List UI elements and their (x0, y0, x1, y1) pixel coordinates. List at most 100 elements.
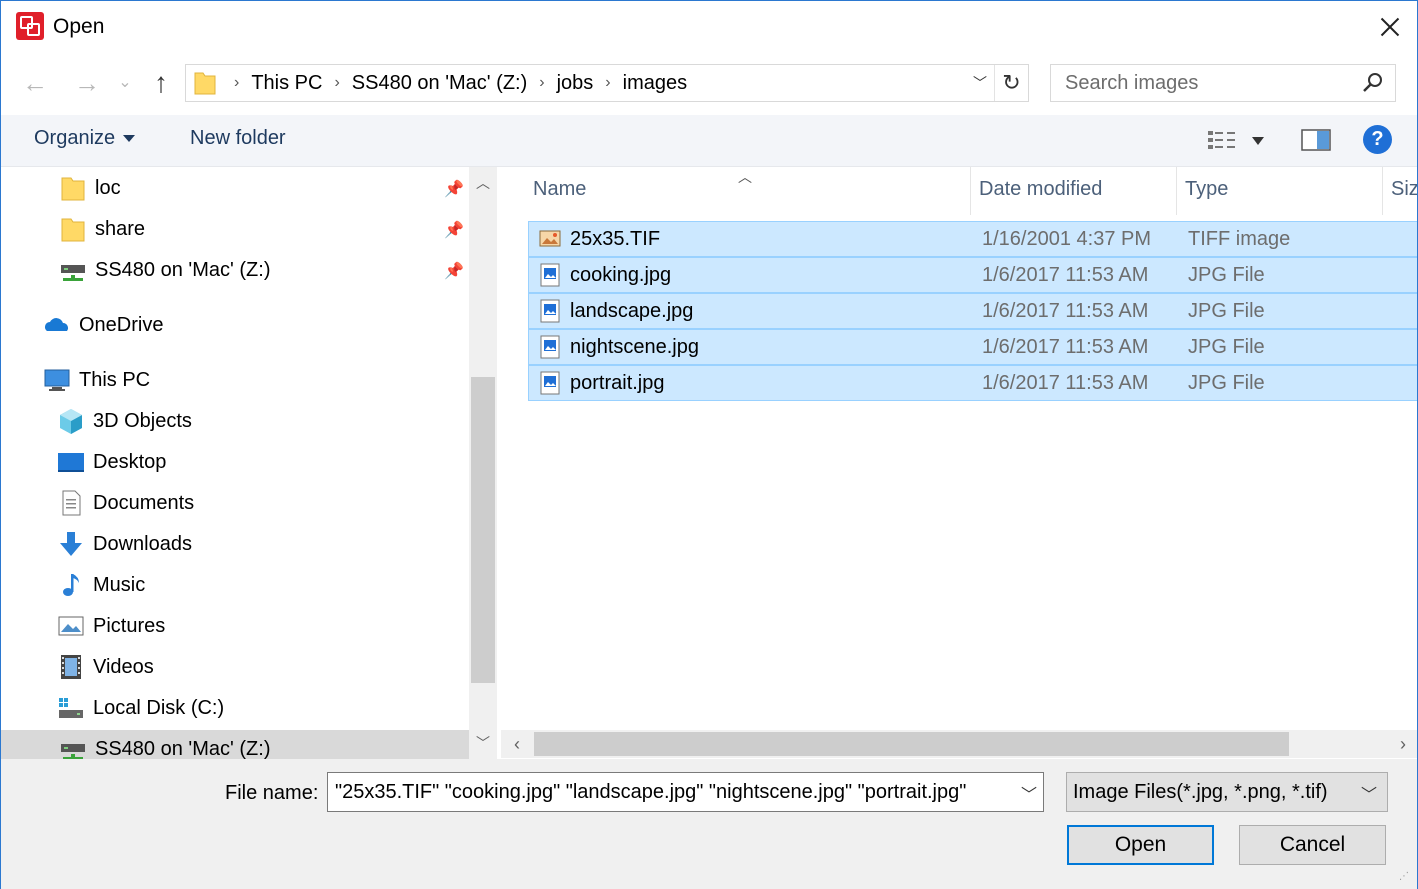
search-input[interactable] (1051, 65, 1351, 101)
nav-item-network-drive[interactable]: SS480 on 'Mac' (Z:) (59, 251, 270, 289)
file-row[interactable]: nightscene.jpg 1/6/2017 11:53 AM JPG Fil… (528, 329, 1417, 365)
nav-item-pictures[interactable]: Pictures (57, 607, 165, 645)
nav-item-label: Desktop (93, 450, 167, 473)
pictures-icon (58, 616, 84, 636)
file-type: JPG File (1188, 299, 1265, 322)
file-date: 1/6/2017 11:53 AM (982, 335, 1149, 358)
file-list-hscrollbar[interactable]: ‹ › (501, 730, 1417, 758)
title-bar: Open (1, 1, 1417, 53)
file-list: ︿ Name Date modified Type Siz 25x35.TIF … (498, 167, 1417, 759)
file-type-filter-value: Image Files(*.jpg, *.png, *.tif) (1073, 781, 1328, 803)
3d-objects-icon (60, 409, 82, 434)
file-type: TIFF image (1188, 227, 1291, 250)
dialog-footer: File name: "25x35.TIF" "cooking.jpg" "la… (1, 759, 1417, 889)
address-bar[interactable]: › This PC › SS480 on 'Mac' (Z:) › jobs ›… (185, 64, 1029, 102)
breadcrumb-this-pc[interactable]: This PC (251, 72, 322, 95)
pin-icon[interactable]: 📌 (444, 179, 464, 199)
cancel-button[interactable]: Cancel (1239, 825, 1386, 865)
nav-item-label: Pictures (93, 614, 166, 637)
downloads-icon (60, 532, 82, 556)
breadcrumb-jobs[interactable]: jobs (557, 72, 594, 95)
resize-grip-icon[interactable]: ⋰ (1399, 871, 1413, 885)
file-date: 1/6/2017 11:53 AM (982, 263, 1149, 286)
open-button[interactable]: Open (1067, 825, 1214, 865)
onedrive-icon (45, 318, 68, 331)
file-row[interactable]: cooking.jpg 1/6/2017 11:53 AM JPG File (528, 257, 1417, 293)
column-header-size[interactable]: Siz (1383, 167, 1417, 215)
nav-item-music[interactable]: Music (57, 566, 145, 604)
back-button[interactable]: ← (19, 67, 51, 99)
column-header-type[interactable]: Type (1177, 167, 1383, 215)
address-dropdown-button[interactable]: ﹀ (966, 69, 994, 97)
scroll-right-icon[interactable]: › (1389, 730, 1417, 758)
preview-pane-icon[interactable] (1301, 128, 1331, 152)
file-date: 1/16/2001 4:37 PM (982, 227, 1152, 250)
search-box[interactable] (1050, 64, 1396, 102)
nav-item-this-pc[interactable]: This PC (43, 361, 150, 399)
pin-icon[interactable]: 📌 (444, 261, 464, 281)
nav-item-share[interactable]: share (59, 210, 145, 248)
file-name: nightscene.jpg (570, 335, 699, 358)
nav-scrollbar[interactable]: ︿ ﹀ (469, 167, 497, 759)
close-button[interactable] (1361, 1, 1417, 53)
music-icon (63, 574, 79, 596)
caret-down-icon (123, 135, 136, 143)
hscrollbar-thumb[interactable] (534, 732, 1289, 756)
file-name: portrait.jpg (570, 371, 665, 394)
nav-item-onedrive[interactable]: OneDrive (43, 306, 163, 344)
help-icon[interactable]: ? (1363, 125, 1392, 154)
file-row[interactable]: portrait.jpg 1/6/2017 11:53 AM JPG File (528, 365, 1417, 401)
nav-item-label: Downloads (93, 532, 192, 555)
breadcrumb-images[interactable]: images (623, 72, 687, 95)
jpg-file-icon (540, 263, 560, 287)
file-name-label: File name: (225, 782, 319, 804)
breadcrumb-drive[interactable]: SS480 on 'Mac' (Z:) (352, 72, 527, 95)
computer-icon (44, 369, 70, 391)
file-name: 25x35.TIF (570, 227, 661, 250)
nav-item-documents[interactable]: Documents (57, 484, 194, 522)
file-date: 1/6/2017 11:53 AM (982, 371, 1149, 394)
local-disk-icon (59, 698, 83, 718)
nav-item-desktop[interactable]: Desktop (57, 443, 166, 481)
chevron-right-icon: › (334, 74, 340, 91)
nav-item-label: share (95, 217, 146, 240)
new-folder-button[interactable]: New folder (190, 127, 286, 150)
app-icon (16, 12, 44, 40)
scroll-down-icon[interactable]: ﹀ (469, 729, 497, 757)
search-icon[interactable] (1361, 71, 1385, 95)
chevron-down-icon[interactable]: ﹀ (1021, 781, 1037, 805)
file-type: JPG File (1188, 371, 1265, 394)
refresh-button[interactable]: ↻ (994, 65, 1028, 101)
nav-item-network-drive-selected[interactable]: SS480 on 'Mac' (Z:) (1, 730, 469, 759)
organize-label: Organize (34, 127, 116, 149)
forward-button[interactable]: → (71, 67, 103, 99)
tiff-image-icon (539, 230, 561, 247)
nav-item-3d-objects[interactable]: 3D Objects (57, 402, 192, 440)
up-button[interactable]: ↑ (145, 67, 177, 99)
scroll-up-icon[interactable]: ︿ (469, 169, 497, 197)
navigation-pane: loc 📌 share 📌 SS480 on 'Mac' (Z:) 📌 OneD… (1, 167, 497, 759)
column-header-date[interactable]: Date modified (971, 167, 1177, 215)
nav-item-downloads[interactable]: Downloads (57, 525, 192, 563)
nav-item-local-disk[interactable]: Local Disk (C:) (57, 689, 224, 727)
recent-locations-button[interactable]: ⌄ (113, 67, 137, 99)
view-options-button[interactable] (1205, 126, 1271, 156)
file-row[interactable]: 25x35.TIF 1/16/2001 4:37 PM TIFF image (528, 221, 1417, 257)
pin-icon[interactable]: 📌 (444, 220, 464, 240)
file-row[interactable]: landscape.jpg 1/6/2017 11:53 AM JPG File (528, 293, 1417, 329)
organize-button[interactable]: Organize (34, 127, 136, 150)
window-title: Open (53, 15, 105, 38)
jpg-file-icon (540, 299, 560, 323)
network-drive-icon (61, 744, 85, 759)
file-name: landscape.jpg (570, 299, 694, 322)
nav-scrollbar-thumb[interactable] (471, 377, 495, 683)
nav-item-loc[interactable]: loc (59, 169, 121, 207)
nav-item-videos[interactable]: Videos (57, 648, 154, 686)
nav-item-label: Music (93, 573, 146, 596)
file-name-field[interactable]: "25x35.TIF" "cooking.jpg" "landscape.jpg… (327, 772, 1044, 812)
nav-item-label: SS480 on 'Mac' (Z:) (95, 258, 271, 281)
scroll-left-icon[interactable]: ‹ (503, 730, 531, 758)
file-type-filter[interactable]: Image Files(*.jpg, *.png, *.tif) ﹀ (1066, 772, 1388, 812)
chevron-down-icon[interactable]: ﹀ (1361, 781, 1377, 805)
column-header-name[interactable]: Name (525, 167, 971, 215)
